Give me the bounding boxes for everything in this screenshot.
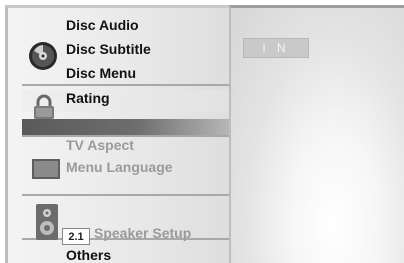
menu-item-others[interactable]: Others [66, 247, 111, 263]
menu-item-disc-audio[interactable]: Disc Audio [66, 17, 139, 33]
lock-icon [32, 94, 56, 120]
menu-list-panel: Disc Audio Disc Subtitle Disc Menu Ratin… [5, 5, 229, 263]
setup-menu-screen: Disc Audio Disc Subtitle Disc Menu Ratin… [0, 0, 404, 263]
menu-item-tv-aspect[interactable]: TV Aspect [66, 137, 134, 153]
speaker-channel-badge: 2.1 [62, 228, 90, 245]
tv-icon [32, 159, 60, 179]
menu-item-speaker-setup[interactable]: Speaker Setup [94, 225, 191, 241]
disc-icon [28, 41, 58, 71]
option-value-panel: I N [229, 5, 404, 263]
speaker-icon [36, 204, 58, 240]
menu-item-disc-menu[interactable]: Disc Menu [66, 65, 136, 81]
section-divider [22, 194, 229, 196]
option-value-box[interactable]: I N [243, 38, 309, 58]
section-divider [22, 84, 229, 86]
menu-item-disc-subtitle[interactable]: Disc Subtitle [66, 41, 151, 57]
menu-item-rating[interactable]: Rating [66, 90, 110, 106]
menu-item-menu-language[interactable]: Menu Language [66, 159, 173, 175]
